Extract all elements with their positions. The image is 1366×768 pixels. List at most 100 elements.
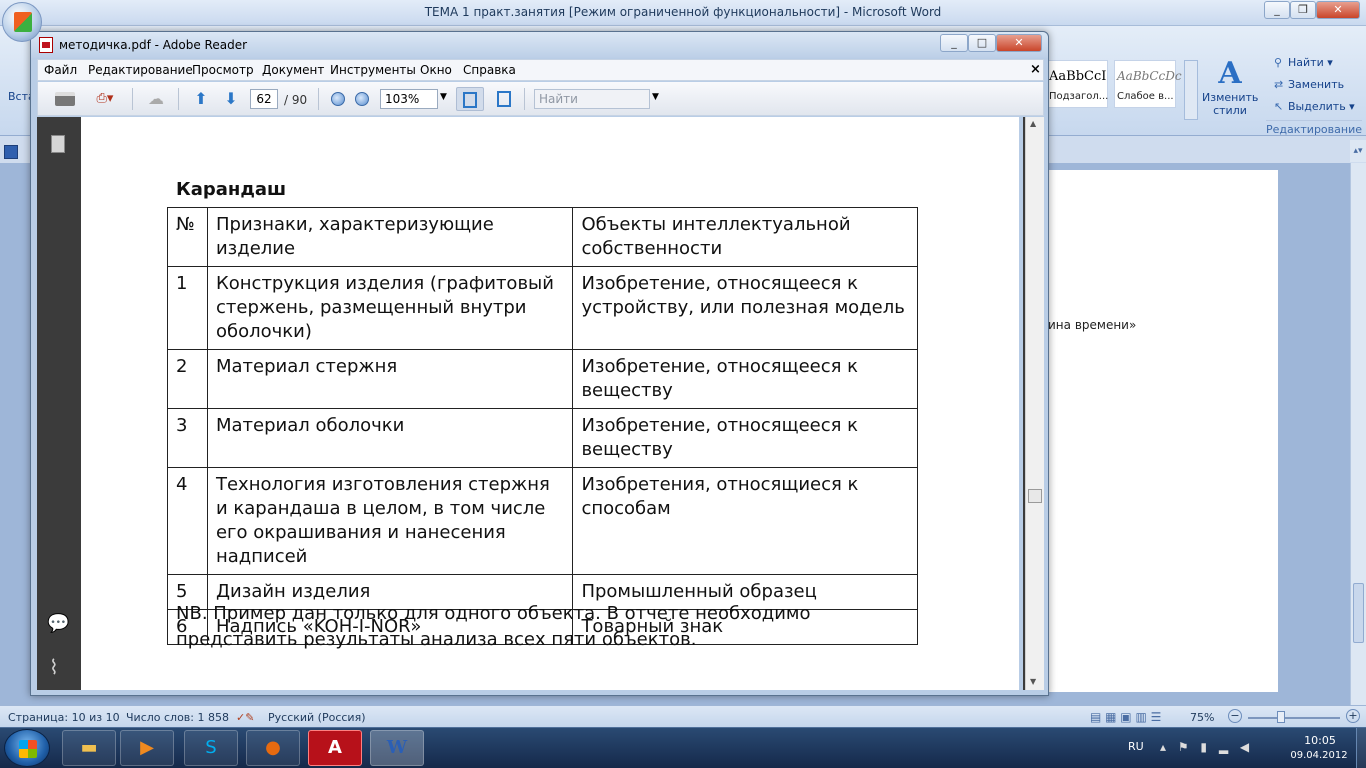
select-button[interactable]: ↖ Выделить ▾ [1274,100,1355,113]
chevron-down-icon[interactable]: ▼ [440,92,447,102]
zoom-level[interactable]: 75% [1190,711,1214,724]
word-page[interactable]: ина времени» [1040,170,1278,692]
find-input[interactable]: Найти [534,89,650,109]
page-number-input[interactable]: 62 [250,89,278,109]
ip-object-cell: Изобретение, относящееся к устройству, и… [572,266,918,350]
table-body: № Признаки, характеризующие изделие Объект… [167,207,918,645]
printer-icon [55,92,75,106]
word-close-button[interactable]: ✕ [1316,1,1360,19]
zoom-select[interactable]: 103% [380,89,438,109]
table-header-row: № Признаки, характеризующие изделие Объект… [167,207,918,267]
fit-page-button[interactable] [456,87,484,111]
change-styles-icon: A [1218,56,1242,91]
status-word-count[interactable]: Число слов: 1 858 [126,711,229,724]
ip-objects-table: № Признаки, характеризующие изделие Объект… [167,207,918,645]
clock-time[interactable]: 10:05 [1290,734,1350,747]
save-icon[interactable] [4,145,18,159]
row-number-cell: 3 [167,408,208,468]
pdf-note: NB. Пример дан только для одного объекта… [176,603,811,650]
scroll-down-icon[interactable]: ▼ [1030,677,1036,686]
office-button[interactable] [2,2,42,42]
zoom-in-icon[interactable]: + [1346,709,1360,723]
menu-document[interactable]: Документ [262,63,324,77]
style-sample: AaBbCcI [1049,69,1107,84]
create-pdf-button[interactable]: ⎙▾ [88,87,122,111]
start-button[interactable] [4,729,50,767]
style-subtle-emphasis[interactable]: AaBbCcDc Слабое в... [1114,60,1182,108]
menu-edit[interactable]: Редактирование [88,63,193,77]
show-desktop-button[interactable] [1356,728,1366,768]
taskbar-word-icon[interactable]: W [370,730,424,766]
reader-close-button[interactable]: ✕ [996,34,1042,52]
taskbar-adobe-reader-icon[interactable]: A [308,730,362,766]
windows-logo-icon [19,740,37,758]
tray-icons[interactable]: ▴ ⚑ ▮ ▂ ◀ [1160,740,1253,754]
reader-window: методичка.pdf - Adobe Reader _ □ ✕ Файл … [30,31,1049,696]
styles-gallery-scroll[interactable] [1184,60,1198,120]
zoom-in-icon [355,92,369,106]
zoom-out-icon[interactable]: − [1228,709,1242,723]
row-number-cell: 2 [167,349,208,409]
clock-date[interactable]: 09.04.2012 [1284,750,1354,761]
menu-file[interactable]: Файл [44,63,77,77]
comments-icon[interactable]: 💬 [47,613,69,634]
style-subtitle[interactable]: AaBbCcI Подзагол... [1046,60,1108,108]
zoom-in-button[interactable] [352,87,372,111]
menu-help[interactable]: Справка [463,63,516,77]
scroll-up-icon[interactable]: ▲ [1030,119,1036,128]
print-button[interactable] [52,87,78,111]
pdf-document-area[interactable]: Карандаш № Признаки, характеризующие изде… [81,117,1029,690]
find-label: Найти [1288,56,1324,69]
reader-toolbar: ⎙▾ ☁ ⬆ ⬇ 62 / 90 103% ▼ Найти ▼ [37,82,1044,116]
word-minimize-button[interactable]: _ [1264,1,1290,19]
toolbar-separator [178,88,179,110]
input-language[interactable]: RU [1128,740,1144,753]
status-language[interactable]: Русский (Россия) [268,711,366,724]
chevron-down-icon[interactable]: ▼ [652,92,659,102]
feature-cell: Признаки, характеризующие изделие [206,207,574,267]
next-page-button[interactable]: ⬇ [218,87,244,111]
row-number-cell: 4 [167,467,208,575]
ip-object-cell: Изобретение, относящееся к веществу [572,408,918,468]
zoom-out-icon [331,92,345,106]
replace-label: Заменить [1288,78,1345,91]
taskbar-firefox-icon[interactable]: ● [246,730,300,766]
attachment-icon[interactable]: ⌇ [49,655,59,679]
taskbar-explorer-icon[interactable]: ▬ [62,730,116,766]
zoom-out-button[interactable] [328,87,348,111]
reader-scroll-thumb[interactable] [1028,489,1042,503]
word-restore-button[interactable]: ❐ [1290,1,1316,19]
menu-window[interactable]: Окно [420,63,452,77]
select-label: Выделить [1288,100,1346,113]
view-buttons[interactable]: ▤ ▦ ▣ ▥ ☰ [1090,710,1161,724]
pages-icon[interactable] [51,135,65,153]
previous-page-button[interactable]: ⬆ [188,87,214,111]
ruler-toggle-icon[interactable]: ▴▾ [1350,140,1366,162]
menu-view[interactable]: Просмотр [192,63,254,77]
table-row: 4 Технология изготовления стержня и каран… [167,467,918,575]
office-logo-icon [14,12,32,32]
table-row: 2 Материал стержня Изобретение, относящеес… [167,349,918,409]
taskbar-skype-icon[interactable]: S [184,730,238,766]
reader-window-title: методичка.pdf - Adobe Reader [59,38,248,52]
word-vertical-scrollbar[interactable] [1350,163,1366,705]
zoom-slider-track[interactable] [1248,717,1340,719]
word-scroll-thumb[interactable] [1353,583,1364,643]
spelling-check-icon[interactable]: ✓✎ [236,711,254,724]
table-row: 3 Материал оболочки Изобретение, относящее… [167,408,918,468]
fit-width-button[interactable] [490,87,518,111]
collaborate-icon[interactable]: ☁ [142,87,170,111]
reader-minimize-button[interactable]: _ [940,34,968,52]
status-page-count[interactable]: Страница: 10 из 10 [8,711,120,724]
close-document-icon[interactable]: × [1030,62,1041,77]
replace-button[interactable]: ⇄ Заменить [1274,78,1344,91]
reader-maximize-button[interactable]: □ [968,34,996,52]
reader-vertical-scrollbar[interactable]: ▲ ▼ [1025,117,1044,690]
row-number-cell: 1 [167,266,208,350]
taskbar-media-player-icon[interactable]: ▶ [120,730,174,766]
change-styles-button[interactable]: A Изменить стили [1202,56,1258,142]
menu-tools[interactable]: Инструменты [330,63,416,77]
quick-access-toolbar [0,140,20,162]
find-button[interactable]: ⚲ Найти ▾ [1274,56,1333,69]
zoom-slider-thumb[interactable] [1277,711,1285,723]
